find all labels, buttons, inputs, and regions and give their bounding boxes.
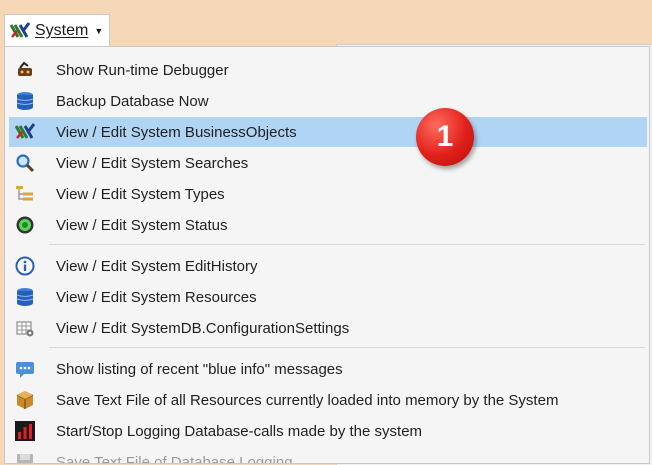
menu-item-start-stop-logging[interactable]: Start/Stop Logging Database-calls made b… <box>9 416 647 446</box>
menu-item-view-edit-status[interactable]: View / Edit System Status <box>9 210 647 240</box>
chevron-down-icon: ▼ <box>94 25 104 36</box>
system-menu-label: System <box>35 21 89 39</box>
system-logo-icon <box>15 123 35 139</box>
menu-item-view-edit-resources[interactable]: View / Edit System Resources <box>9 282 647 312</box>
menu-item-backup-database[interactable]: Backup Database Now <box>9 86 647 116</box>
menu-item-view-edit-searches[interactable]: View / Edit System Searches <box>9 148 647 178</box>
menu-item-view-edit-businessobjects[interactable]: View / Edit System BusinessObjects <box>9 117 647 147</box>
disk-icon <box>17 454 33 463</box>
tree-icon <box>16 186 33 201</box>
menu-item-view-edit-edithistory[interactable]: View / Edit System EditHistory <box>9 251 647 281</box>
package-icon <box>16 391 34 409</box>
database-icon <box>16 92 34 110</box>
settings-table-icon <box>16 321 34 337</box>
system-menu-button[interactable]: System ▼ <box>4 14 110 46</box>
menu-item-save-resources-text-file[interactable]: Save Text File of all Resources currentl… <box>9 385 647 415</box>
menubar-background <box>0 0 652 10</box>
menu-item-show-runtime-debugger[interactable]: Show Run-time Debugger <box>9 55 647 85</box>
bar-chart-icon <box>15 421 35 441</box>
debugger-icon <box>18 61 32 76</box>
system-logo-icon <box>9 21 31 38</box>
database-icon <box>16 288 34 306</box>
callout-number-badge: 1 <box>416 108 474 166</box>
status-icon <box>16 216 34 234</box>
menu-separator <box>49 244 645 245</box>
menu-item-save-database-logging: Save Text File of Database Logging <box>9 447 647 463</box>
menu-item-view-edit-configurationsettings[interactable]: View / Edit SystemDB.ConfigurationSettin… <box>9 313 647 343</box>
menu-item-view-edit-types[interactable]: View / Edit System Types <box>9 179 647 209</box>
info-icon <box>15 256 35 276</box>
menu-item-show-blue-info-messages[interactable]: Show listing of recent "blue info" messa… <box>9 354 647 384</box>
menu-separator <box>49 347 645 348</box>
system-dropdown-menu: Show Run-time Debugger Backup Database N… <box>4 46 650 464</box>
magnifier-icon <box>16 154 35 173</box>
message-icon <box>16 362 34 378</box>
